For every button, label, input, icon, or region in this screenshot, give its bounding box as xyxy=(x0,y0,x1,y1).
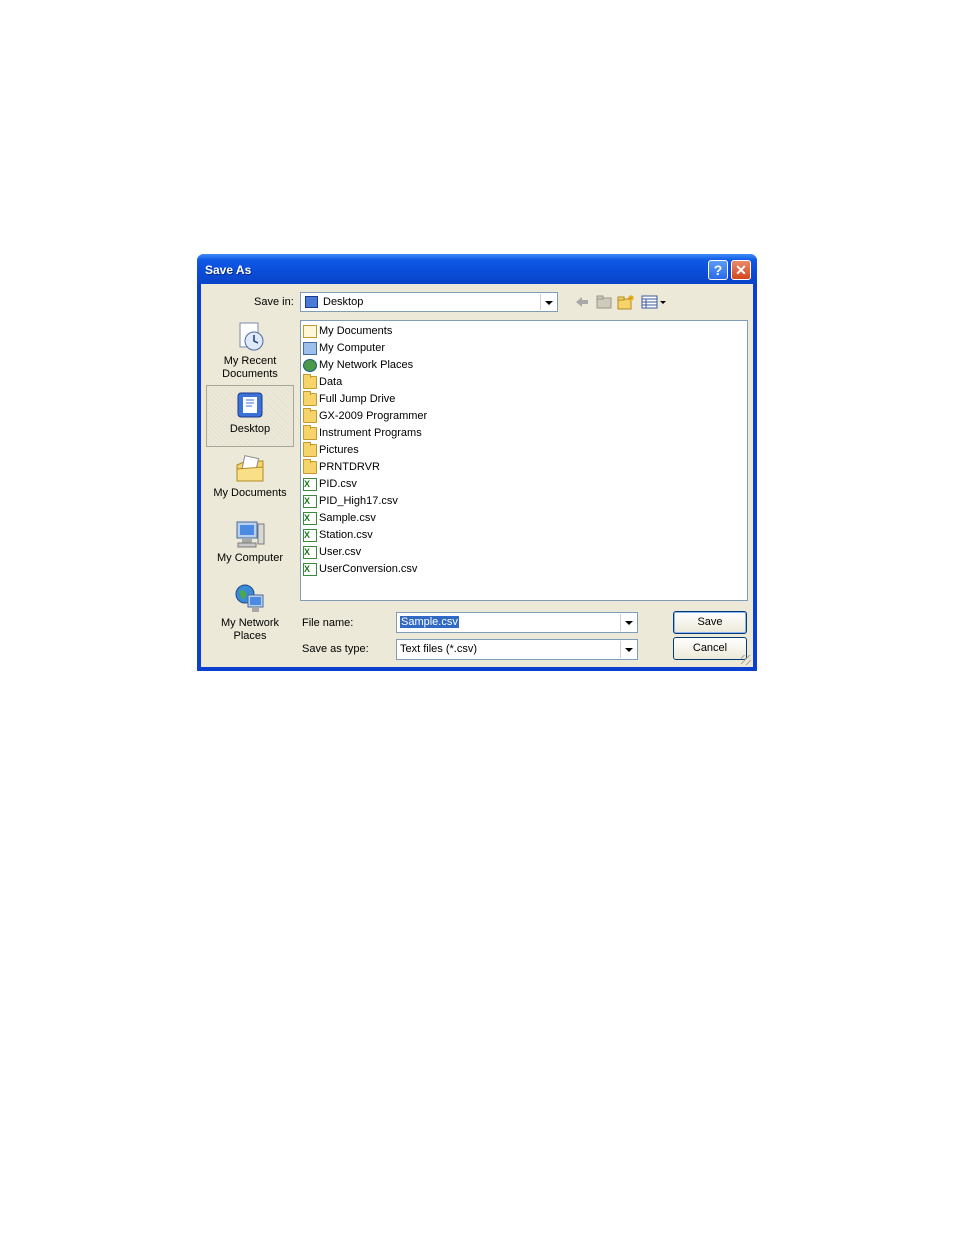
file-list[interactable]: My Documents My Computer My Network Plac… xyxy=(300,320,748,601)
list-item[interactable]: Data xyxy=(303,374,342,391)
list-item[interactable]: My Documents xyxy=(303,323,392,340)
list-item[interactable]: Sample.csv xyxy=(303,510,376,527)
place-label-line1: My Documents xyxy=(213,487,287,499)
file-name: Station.csv xyxy=(319,529,373,541)
folder-icon xyxy=(303,425,317,440)
save-button[interactable]: Save xyxy=(673,611,747,634)
list-item[interactable]: PRNTDRVR xyxy=(303,459,380,476)
folder-icon xyxy=(303,459,317,474)
recent-documents-icon xyxy=(234,321,266,353)
file-name-field[interactable]: Sample.csv xyxy=(396,612,638,633)
place-recent-documents[interactable]: My Recent Documents xyxy=(206,321,294,383)
list-item[interactable]: UserConversion.csv xyxy=(303,561,417,578)
up-folder-icon[interactable] xyxy=(595,294,613,310)
place-label-line2: Places xyxy=(233,630,267,642)
file-name: Pictures xyxy=(319,444,359,456)
save-type-value: Text files (*.csv) xyxy=(400,643,478,655)
place-my-documents[interactable]: My Documents xyxy=(206,453,294,509)
place-label-line1: My Computer xyxy=(216,552,284,564)
cancel-button[interactable]: Cancel xyxy=(673,637,747,660)
desktop-icon xyxy=(234,389,266,421)
file-name: My Network Places xyxy=(319,359,414,371)
list-item[interactable]: PID_High17.csv xyxy=(303,493,398,510)
back-arrow-icon[interactable] xyxy=(573,294,591,310)
file-name: My Computer xyxy=(319,342,386,354)
place-network-places[interactable]: My Network Places xyxy=(206,583,294,647)
help-button[interactable]: ? xyxy=(708,260,728,280)
csv-file-icon xyxy=(303,493,317,510)
list-item[interactable]: My Network Places xyxy=(303,357,413,374)
file-name: Full Jump Drive xyxy=(319,393,396,405)
place-my-computer[interactable]: My Computer xyxy=(206,518,294,574)
file-name: Instrument Programs xyxy=(319,427,422,439)
network-places-icon xyxy=(234,583,266,615)
file-name: PRNTDRVR xyxy=(319,461,380,473)
list-item[interactable]: Full Jump Drive xyxy=(303,391,395,408)
file-name-label: File name: xyxy=(302,617,354,629)
chevron-down-icon[interactable] xyxy=(620,641,636,658)
my-computer-icon xyxy=(234,518,266,550)
dialog-title: Save As xyxy=(205,263,252,277)
chevron-down-icon[interactable] xyxy=(540,294,556,310)
csv-file-icon xyxy=(303,544,317,561)
network-places-icon xyxy=(303,359,317,372)
folder-icon xyxy=(303,442,317,457)
title-bar[interactable]: Save As ? ✕ xyxy=(197,254,757,284)
place-label-line2: Documents xyxy=(222,368,278,380)
list-item[interactable]: User.csv xyxy=(303,544,361,561)
place-label-line1: Desktop xyxy=(229,423,271,435)
folder-icon xyxy=(303,408,317,423)
list-item[interactable]: Pictures xyxy=(303,442,359,459)
list-item[interactable]: My Computer xyxy=(303,340,385,357)
file-name: My Documents xyxy=(319,325,393,337)
chevron-down-icon[interactable] xyxy=(620,614,636,631)
file-name: PID_High17.csv xyxy=(319,495,398,507)
csv-file-icon xyxy=(303,527,317,544)
file-name: Data xyxy=(319,376,343,388)
file-name: Sample.csv xyxy=(319,512,376,524)
my-documents-icon xyxy=(303,325,317,338)
csv-file-icon xyxy=(303,476,317,493)
save-type-dropdown[interactable]: Text files (*.csv) xyxy=(396,639,638,660)
save-type-label: Save as type: xyxy=(302,643,369,655)
new-folder-icon[interactable] xyxy=(617,294,635,310)
place-label-line1: My Recent xyxy=(223,355,277,367)
save-in-value: Desktop xyxy=(323,296,364,308)
folder-icon xyxy=(303,391,317,406)
my-documents-icon xyxy=(234,453,266,485)
file-name: PID.csv xyxy=(319,478,357,490)
dialog-body: Save in: Desktop My Recent Documents Des… xyxy=(201,284,753,667)
views-menu-icon[interactable] xyxy=(641,294,667,310)
resize-grip[interactable] xyxy=(741,655,751,665)
place-desktop[interactable]: Desktop xyxy=(206,385,294,447)
file-name: User.csv xyxy=(319,546,362,558)
list-item[interactable]: Instrument Programs xyxy=(303,425,422,442)
folder-icon xyxy=(303,374,317,389)
list-item[interactable]: PID.csv xyxy=(303,476,357,493)
file-name: UserConversion.csv xyxy=(319,563,418,575)
list-item[interactable]: GX-2009 Programmer xyxy=(303,408,427,425)
save-in-dropdown[interactable]: Desktop xyxy=(300,292,558,312)
csv-file-icon xyxy=(303,561,317,578)
save-as-dialog: Save As ? ✕ Save in: Desktop My Recent D… xyxy=(197,254,757,671)
csv-file-icon xyxy=(303,510,317,527)
file-name: GX-2009 Programmer xyxy=(319,410,428,422)
desktop-small-icon xyxy=(305,296,318,308)
close-button[interactable]: ✕ xyxy=(731,260,751,280)
places-bar: My Recent Documents Desktop My Documents xyxy=(206,319,294,665)
save-in-label: Save in: xyxy=(254,296,294,308)
my-computer-icon xyxy=(303,342,317,355)
file-name-value: Sample.csv xyxy=(400,616,459,628)
place-label-line1: My Network xyxy=(220,617,280,629)
list-item[interactable]: Station.csv xyxy=(303,527,373,544)
